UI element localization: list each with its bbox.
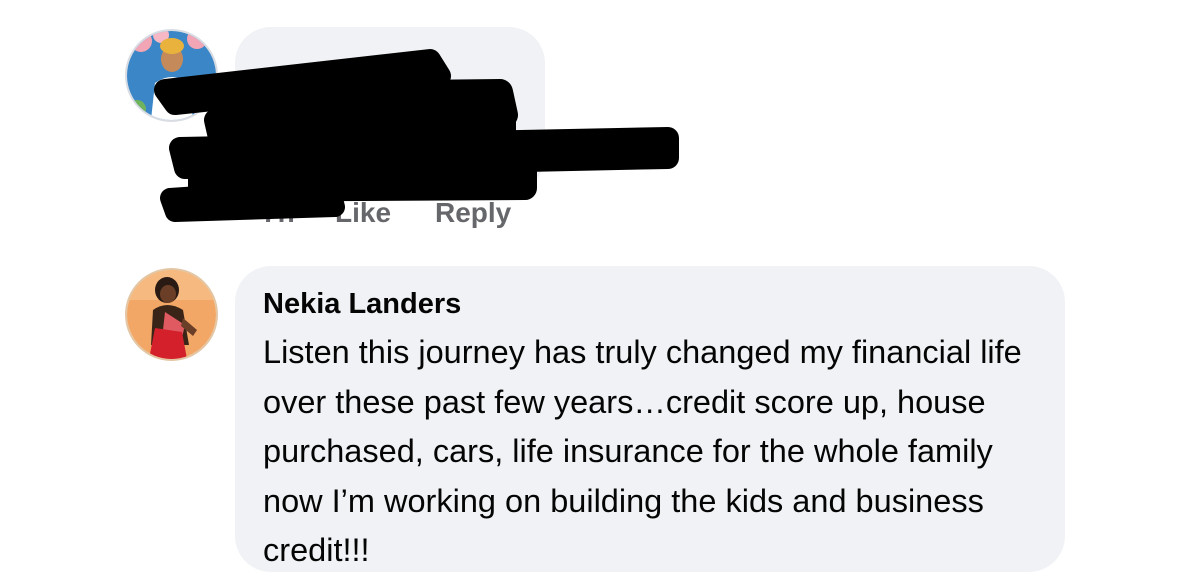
comment-bubble-1: La s [235,27,545,192]
like-button[interactable]: Like [335,197,391,229]
comment-bubble-2: Nekia Landers Listen this journey has tr… [235,266,1065,572]
comment-timestamp[interactable]: 7h [262,197,295,229]
comment-thread: La s 7h Like Reply Nekia Landers Listen … [0,0,1200,585]
reply-button[interactable]: Reply [435,197,511,229]
commenter-name-partial[interactable]: La [263,89,296,121]
commenter-name[interactable]: Nekia Landers [263,288,461,321]
commenter-avatar-1[interactable] [125,29,218,122]
comment-text: Listen this journey has truly changed my… [263,334,1022,568]
profile-photo-1 [127,31,216,120]
commenter-avatar-2[interactable] [125,268,218,361]
profile-photo-2 [127,270,216,359]
commenter-name-partial-end: s [493,89,509,120]
